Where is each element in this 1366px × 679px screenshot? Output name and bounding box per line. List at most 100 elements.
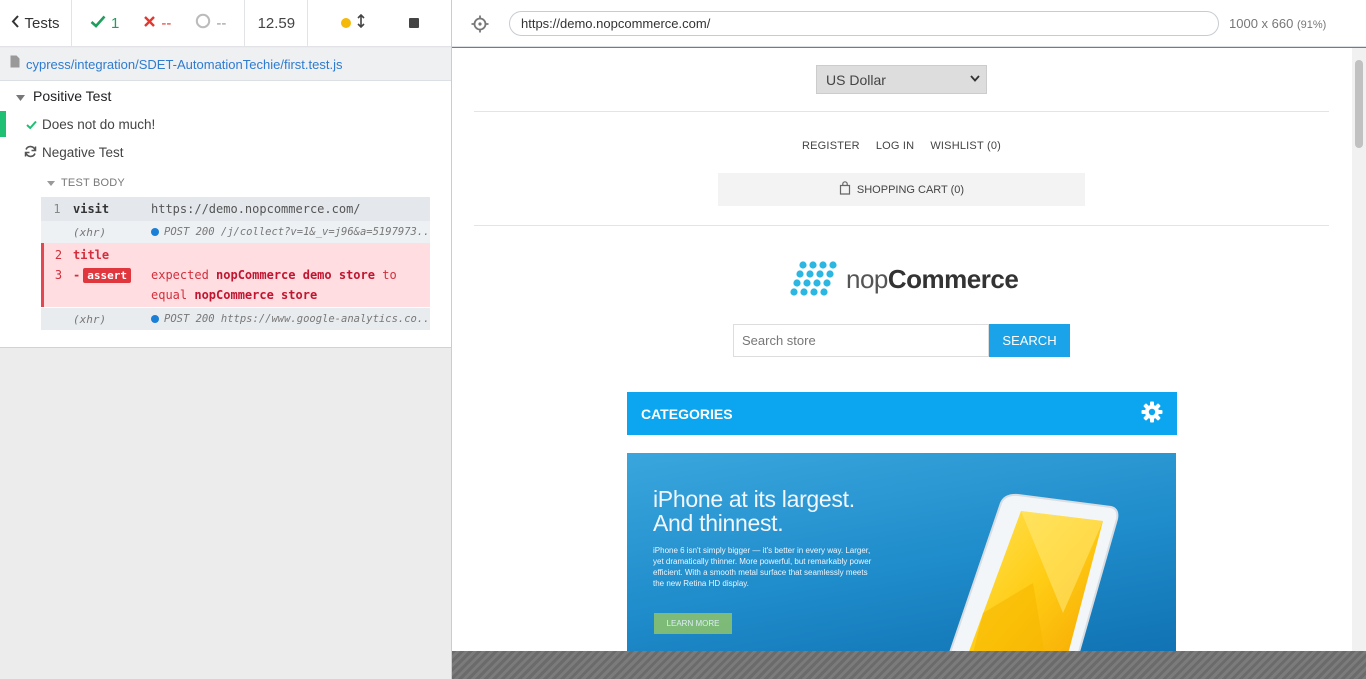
test-does-not-do-much[interactable]: Does not do much! (0, 111, 451, 137)
reporter-header: Tests 1 -- -- 12.59 (0, 0, 451, 47)
failed-stat: -- (143, 15, 171, 32)
divider (474, 225, 1329, 226)
logo-dots-icon (790, 261, 837, 296)
caret-down-icon (16, 88, 25, 104)
passed-stat: 1 (90, 15, 119, 32)
tests-label: Tests (24, 14, 60, 32)
circle-notch-icon (195, 13, 211, 33)
command-number: 1 (53, 202, 61, 216)
equal-word: equal (151, 288, 188, 302)
logo-text-light: nop (846, 263, 888, 294)
command-message: POST 200 https://www.google-analytics.co… (151, 313, 430, 325)
auto-scroll-toggle[interactable] (340, 13, 365, 33)
register-link[interactable]: REGISTER (802, 140, 860, 152)
currency-select[interactable]: US Dollar (816, 65, 987, 94)
url-bar[interactable]: https://demo.nopcommerce.com/ (509, 11, 1219, 36)
expected-word: expected (151, 268, 209, 282)
login-link[interactable]: LOG IN (876, 140, 915, 152)
expected-value: nopCommerce demo store (216, 268, 375, 282)
command-xhr[interactable]: (xhr) POST 200 /j/collect?v=1&_v=j96&a=5… (41, 221, 430, 243)
banner-description: iPhone 6 isn't simply bigger — it's bett… (653, 546, 872, 588)
divider (474, 111, 1329, 112)
command-message: https://demo.nopcommerce.com/ (151, 202, 361, 216)
assert-message-line2: equal nopCommerce store (151, 288, 430, 302)
viewport-info[interactable]: 1000 x 660 (91%) (1229, 16, 1326, 31)
pending-stat: -- (195, 13, 226, 33)
spec-path-link[interactable]: cypress/integration/SDET-AutomationTechi… (26, 57, 342, 72)
aut-footer-stripes (452, 651, 1366, 679)
command-visit[interactable]: 1 visit https://demo.nopcommerce.com/ (41, 197, 430, 221)
cart-label: SHOPPING CART (0) (856, 183, 965, 196)
suite-title: Positive Test (33, 88, 112, 104)
categories-bar[interactable]: CATEGORIES (627, 392, 1177, 435)
pass-indicator (0, 111, 6, 137)
command-name: (xhr) (73, 312, 107, 326)
file-icon (10, 55, 20, 73)
hero-banner[interactable]: iPhone at its largest. And thinnest. iPh… (627, 453, 1176, 651)
test-body-toggle[interactable]: TEST BODY (47, 177, 125, 189)
xhr-status-icon (151, 315, 159, 323)
suite-positive-test[interactable]: Positive Test (16, 88, 111, 104)
duration: 12.59 (245, 0, 309, 46)
header-links: REGISTER LOG IN WISHLIST (0) (802, 140, 1001, 152)
actual-value: nopCommerce store (194, 288, 318, 302)
banner-headline-line1: iPhone at its largest. (653, 486, 855, 512)
scrollbar[interactable] (1352, 48, 1366, 651)
stats: 1 -- -- (72, 0, 246, 46)
caret-down-icon (47, 177, 55, 189)
command-name: - assert (73, 267, 151, 283)
xhr-text: POST 200 /j/collect?v=1&_v=j96&a=5197973… (164, 226, 430, 238)
wishlist-link[interactable]: WISHLIST (0) (930, 140, 1001, 152)
xhr-text: POST 200 https://www.google-analytics.co… (164, 313, 430, 325)
spec-bar: cypress/integration/SDET-AutomationTechi… (0, 48, 451, 81)
zoom-level: (91%) (1296, 19, 1327, 31)
x-icon (143, 15, 156, 32)
run-controls (308, 0, 451, 46)
nopcommerce-logo[interactable]: nopCommerce (790, 260, 1019, 298)
running-indicator-icon (340, 18, 351, 28)
assert-message-line1: expected nopCommerce demo store to (151, 268, 430, 282)
scrollbar-thumb[interactable] (1355, 60, 1363, 148)
to-word: to (382, 268, 397, 282)
updown-arrows-icon (356, 13, 365, 33)
learn-more-button[interactable]: LEARN MORE (654, 613, 732, 634)
tests-button[interactable]: Tests (0, 0, 72, 46)
xhr-status-icon (151, 228, 159, 236)
gear-icon[interactable] (1141, 401, 1163, 426)
stop-icon[interactable] (408, 18, 419, 28)
shopping-cart-link[interactable]: SHOPPING CART (0) (718, 173, 1085, 206)
banner-headline-line2: And thinnest. (653, 510, 784, 536)
chevron-left-icon (11, 14, 20, 32)
logo-text-bold: Commerce (887, 263, 1019, 294)
currency-value: US Dollar (826, 71, 886, 88)
command-xhr[interactable]: (xhr) POST 200 https://www.google-analyt… (41, 308, 430, 330)
assert-badge: assert (83, 267, 131, 283)
failed-count: -- (161, 14, 172, 32)
crosshair-icon[interactable] (470, 14, 490, 34)
search-input[interactable]: Search store (733, 324, 989, 357)
refresh-icon (24, 145, 37, 161)
pending-count: -- (216, 14, 227, 32)
search-button[interactable]: SEARCH (989, 324, 1070, 357)
passed-count: 1 (111, 14, 120, 32)
reporter-panel: Tests 1 -- -- 12.59 cypress/integration/… (0, 0, 451, 679)
command-number: 3 (54, 268, 63, 282)
banner-headline: iPhone at its largest. And thinnest. (653, 487, 855, 535)
categories-label: CATEGORIES (641, 405, 733, 422)
check-icon (26, 118, 37, 133)
command-name: title (73, 248, 110, 262)
chevron-down-icon (970, 74, 980, 85)
aut-iframe: US Dollar REGISTER LOG IN WISHLIST (0) S… (452, 48, 1366, 651)
test-body-label: TEST BODY (61, 177, 125, 189)
command-message: POST 200 /j/collect?v=1&_v=j96&a=5197973… (151, 226, 430, 238)
assert-dash: - (73, 268, 81, 282)
check-icon (90, 15, 106, 32)
viewport-size: 1000 x 660 (1229, 16, 1294, 31)
command-failed-group[interactable]: 2 title 3 - assert expected nopCommerce … (41, 243, 430, 307)
runnables: Positive Test Does not do much! Negative… (0, 81, 451, 348)
logo-text: nopCommerce (846, 263, 1019, 295)
test-negative-test[interactable]: Negative Test (0, 139, 451, 165)
app-under-test: https://demo.nopcommerce.com/ 1000 x 660… (451, 0, 1366, 679)
command-name: (xhr) (73, 225, 107, 239)
command-name: visit (73, 202, 110, 216)
